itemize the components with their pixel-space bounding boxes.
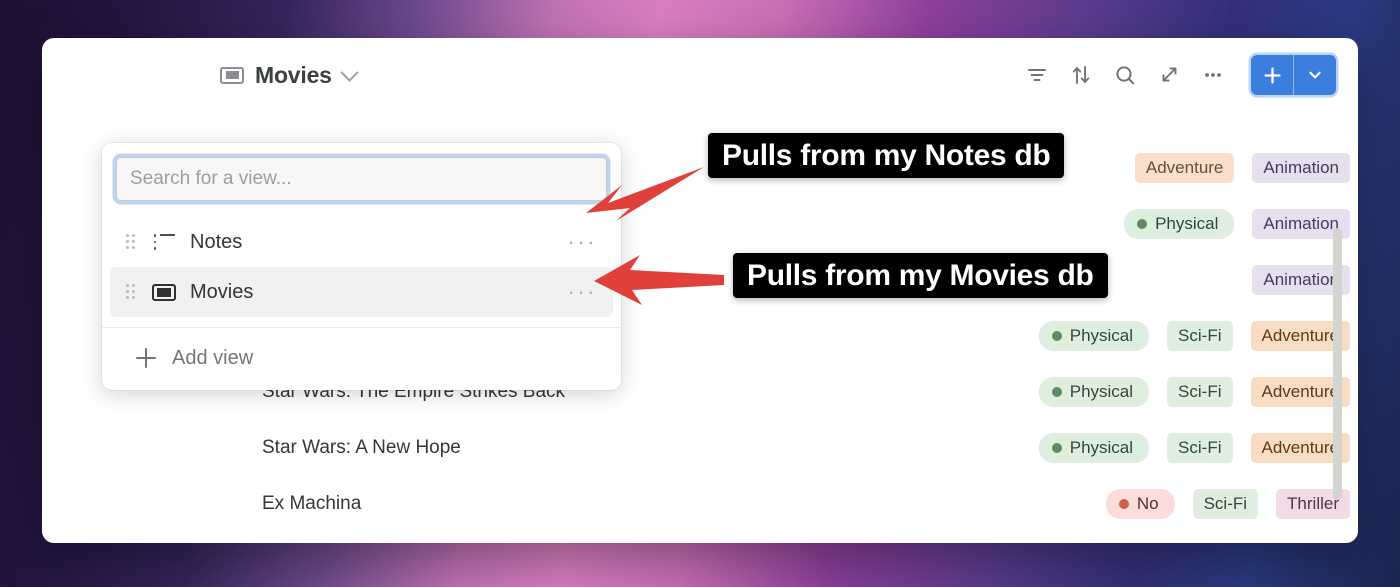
row-tags: Physical Sci-Fi Adventure — [826, 433, 1358, 463]
ticket-icon — [152, 283, 176, 301]
view-switcher-popover: Notes ··· Movies··· Add view — [102, 143, 621, 390]
search-input[interactable] — [116, 157, 607, 201]
tag-label: Sci-Fi — [1178, 326, 1222, 346]
filter-button[interactable] — [1017, 55, 1057, 95]
sort-button[interactable] — [1061, 55, 1101, 95]
tag-sci-fi[interactable]: Sci-Fi — [1167, 377, 1233, 407]
more-options-button[interactable] — [1193, 55, 1233, 95]
tag-label: Adventure — [1145, 158, 1224, 178]
plus-icon — [1263, 66, 1281, 84]
view-switcher-button[interactable]: Movies — [214, 58, 362, 93]
expand-diagonal-icon — [1162, 67, 1177, 82]
view-list: Notes ··· Movies ··· — [102, 211, 621, 321]
drag-handle-icon[interactable] — [126, 284, 138, 300]
annotation-arrow-notes — [586, 167, 704, 221]
vertical-scrollbar[interactable] — [1333, 198, 1342, 543]
sort-icon — [1072, 66, 1090, 84]
tag-sci-fi[interactable]: Sci-Fi — [1167, 433, 1233, 463]
status-dot — [1137, 218, 1148, 229]
row-tags: Physical Sci-Fi Adventure — [826, 321, 1358, 351]
view-item-notes[interactable]: Notes ··· — [110, 217, 613, 267]
tag-physical[interactable]: Physical — [1124, 209, 1235, 239]
tag-physical[interactable]: Physical — [1038, 321, 1150, 351]
view-item-label: Notes — [190, 230, 243, 253]
ticket-icon — [220, 66, 244, 84]
tag-sci-fi[interactable]: Sci-Fi — [1192, 489, 1259, 519]
chevron-down-icon — [340, 62, 359, 82]
row-tags: No Sci-Fi Thriller — [826, 489, 1358, 519]
toolbar-bar: Movies — [42, 38, 1358, 112]
annotation-arrow-movies — [594, 255, 724, 305]
tag-label: Thriller — [1287, 494, 1339, 514]
tag-label: Adventure — [1261, 438, 1340, 458]
new-button-group — [1251, 55, 1336, 95]
tag-label: Sci-Fi — [1178, 382, 1222, 402]
scrollbar-thumb[interactable] — [1333, 228, 1342, 500]
add-view-button[interactable]: Add view — [110, 332, 613, 384]
new-options-button[interactable] — [1294, 55, 1336, 95]
view-title-label: Movies — [255, 61, 332, 88]
new-button[interactable] — [1251, 55, 1293, 95]
search-field-wrap — [102, 143, 621, 211]
tag-label: Sci-Fi — [1178, 438, 1222, 458]
annotation-movies: Pulls from my Movies db — [733, 253, 1108, 298]
tag-no[interactable]: No — [1105, 489, 1175, 519]
view-item-movies[interactable]: Movies ··· — [110, 267, 613, 317]
row-tags: Physical Sci-Fi Adventure — [826, 377, 1358, 407]
tag-label: Physical — [1069, 382, 1134, 402]
status-dot — [1051, 330, 1062, 341]
view-item-more-button[interactable]: ··· — [564, 231, 601, 253]
tag-label: Adventure — [1261, 326, 1340, 346]
tag-label: Physical — [1069, 326, 1134, 346]
toolbar-actions — [1017, 55, 1336, 95]
tag-label: Animation — [1263, 214, 1339, 234]
list-icon — [152, 234, 176, 250]
annotation-notes: Pulls from my Notes db — [708, 133, 1065, 178]
tag-adventure[interactable]: Adventure — [1134, 153, 1235, 183]
table-row[interactable]: Star Wars: A New Hope Physical Sci-Fi Adven… — [226, 420, 1358, 476]
row-tags: Physical Animation — [826, 209, 1358, 239]
table-row[interactable]: Ex Machina No Sci-Fi Thriller — [226, 476, 1358, 532]
row-title: Ex Machina — [262, 493, 362, 514]
expand-button[interactable] — [1149, 55, 1189, 95]
search-icon — [1115, 65, 1134, 84]
view-item-label: Movies — [190, 280, 254, 303]
drag-handle-icon[interactable] — [126, 234, 138, 250]
add-view-label: Add view — [172, 346, 254, 369]
ellipsis-icon — [1205, 73, 1221, 77]
plus-icon — [136, 348, 156, 368]
tag-label: Adventure — [1261, 382, 1340, 402]
tag-label: Sci-Fi — [1203, 494, 1248, 514]
tag-physical[interactable]: Physical — [1038, 377, 1150, 407]
tag-label: Physical — [1155, 214, 1219, 234]
search-button[interactable] — [1105, 55, 1145, 95]
tag-label: Physical — [1069, 438, 1134, 458]
row-title: Star Wars: A New Hope — [262, 437, 461, 458]
status-dot — [1118, 498, 1129, 509]
tag-physical[interactable]: Physical — [1038, 433, 1150, 463]
popover-divider — [102, 327, 621, 328]
filter-icon — [1028, 69, 1046, 81]
status-dot — [1051, 386, 1062, 397]
tag-label: Animation — [1263, 158, 1339, 178]
tag-sci-fi[interactable]: Sci-Fi — [1167, 321, 1233, 351]
chevron-down-icon — [1309, 71, 1321, 79]
status-dot — [1051, 442, 1062, 453]
tag-label: Animation — [1263, 270, 1339, 290]
tag-animation[interactable]: Animation — [1252, 153, 1350, 183]
tag-label: No — [1136, 494, 1159, 514]
